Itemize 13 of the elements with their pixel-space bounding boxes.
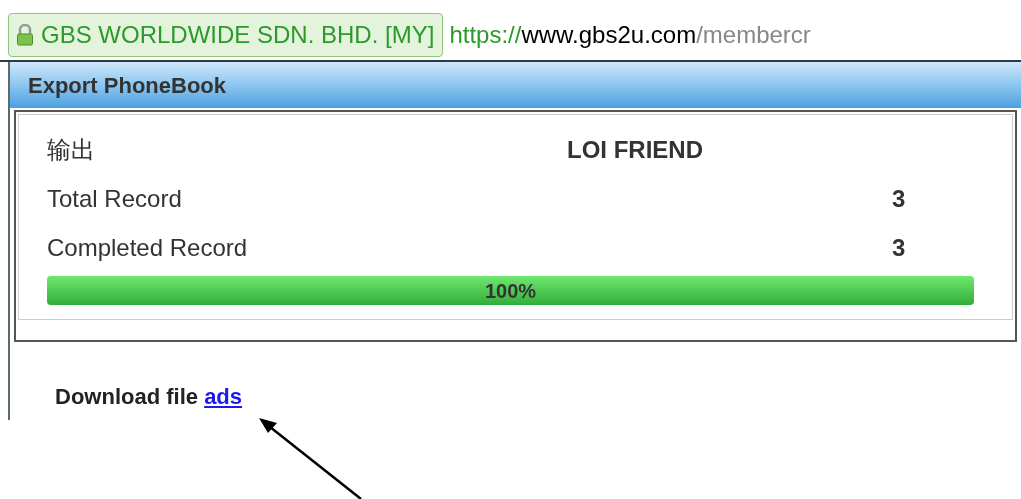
url-text[interactable]: https://www.gbs2u.com/membercr xyxy=(449,17,811,53)
row-value: LOI FRIEND xyxy=(567,134,703,165)
row-value: 3 xyxy=(892,183,907,214)
download-label: Download file xyxy=(55,384,198,409)
row-label: Total Record xyxy=(47,183,183,214)
download-link[interactable]: ads xyxy=(204,384,243,409)
row-value: 3 xyxy=(892,232,907,263)
progress-label: 100% xyxy=(483,278,538,304)
panel-title: Export PhoneBook xyxy=(28,71,226,100)
certificate-name: GBS WORLDWIDE SDN. BHD. [MY] xyxy=(41,20,435,50)
row-label: Completed Record xyxy=(47,232,249,263)
row-label: 输出 xyxy=(47,134,96,165)
lock-icon xyxy=(17,24,33,46)
